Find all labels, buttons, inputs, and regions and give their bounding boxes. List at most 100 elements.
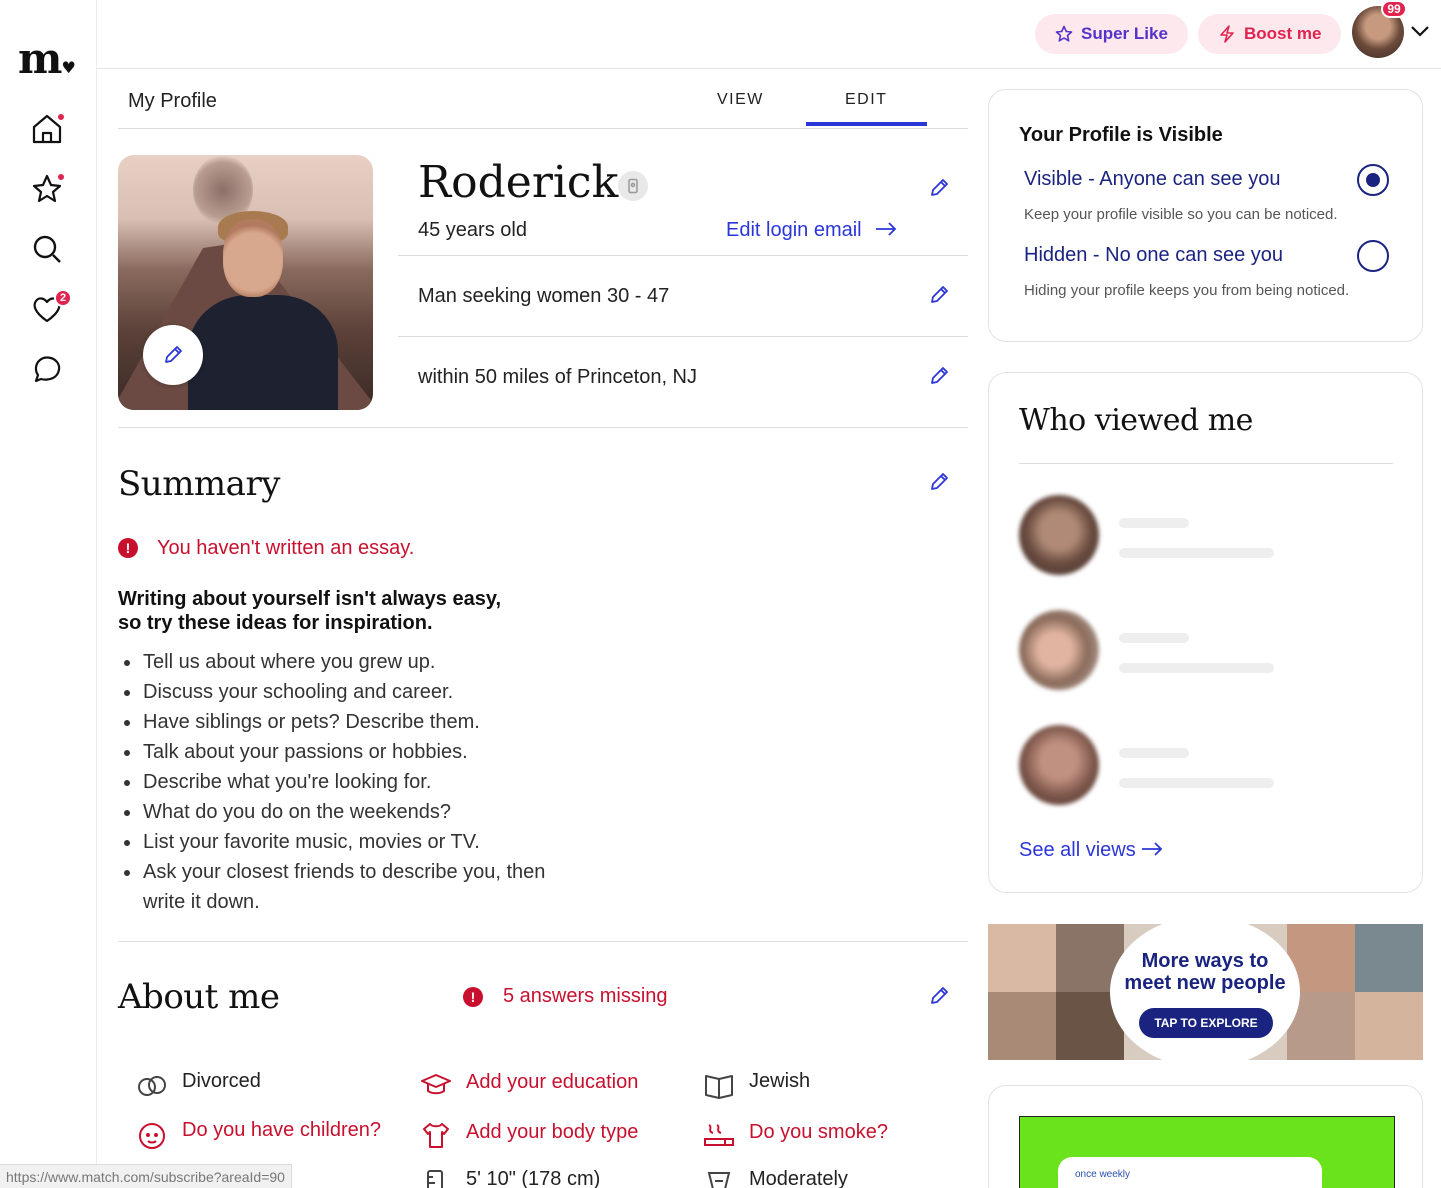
placeholder-line: [1119, 748, 1189, 758]
about-item-relationship[interactable]: Divorced: [136, 1070, 261, 1099]
promo-photo: [1355, 924, 1423, 992]
arrow-right-icon: [876, 222, 897, 236]
arrow-right-icon: [1142, 842, 1163, 856]
who-viewed-card: Who viewed me See all views: [988, 372, 1423, 893]
edit-login-email-link[interactable]: Edit login email: [726, 219, 897, 242]
match-logo[interactable]: m♥: [18, 34, 76, 83]
sponsored-ad[interactable]: once weekly: [1019, 1116, 1395, 1188]
tips-heading: Writing about yourself isn't always easy…: [118, 588, 502, 634]
divider: [1019, 463, 1393, 464]
placeholder-line: [1119, 518, 1189, 528]
super-like-button[interactable]: Super Like: [1035, 14, 1188, 54]
see-all-views-link[interactable]: See all views: [1019, 839, 1163, 862]
shirt-icon: [423, 1123, 449, 1148]
profile-photo[interactable]: [118, 155, 373, 410]
ruler-icon: [427, 1170, 443, 1188]
list-item: Discuss your schooling and career.: [124, 677, 563, 707]
answers-missing-alert: 5 answers missing: [503, 985, 668, 1007]
placeholder-line: [1119, 633, 1189, 643]
about-title: About me: [118, 977, 280, 1017]
about-item-children[interactable]: Do you have children?: [136, 1118, 386, 1151]
visible-radio[interactable]: [1357, 164, 1389, 196]
who-viewed-title: Who viewed me: [1019, 403, 1253, 438]
explore-promo-banner[interactable]: More ways to meet new people TAP TO EXPL…: [988, 924, 1423, 1060]
profile-header: My Profile VIEW EDIT: [118, 69, 968, 129]
promo-headline: More ways to meet new people: [1124, 950, 1286, 994]
promo-photo: [988, 992, 1056, 1060]
summary-title: Summary: [118, 464, 280, 504]
sponsored-card: once weekly: [988, 1085, 1423, 1188]
edit-summary-pencil-icon[interactable]: [928, 471, 950, 493]
about-item-smoking[interactable]: Do you smoke?: [703, 1120, 888, 1149]
star-outline-icon: [1055, 25, 1073, 42]
active-tab-indicator: [806, 122, 927, 126]
visible-option-description: Keep your profile visible so you can be …: [1024, 206, 1338, 223]
seeking-preference: Man seeking women 30 - 47: [418, 285, 670, 307]
profile-name: Roderick: [418, 157, 619, 208]
alert-icon: !: [463, 987, 483, 1007]
list-item: Describe what you're looking for.: [124, 767, 563, 797]
verify-phone-icon[interactable]: [618, 171, 648, 201]
top-bar: Super Like Boost me 99: [97, 0, 1441, 69]
child-icon: [139, 1123, 165, 1149]
visibility-title: Your Profile is Visible: [1019, 124, 1223, 146]
about-item-height[interactable]: 5' 10" (178 cm): [420, 1168, 600, 1188]
divider: [398, 255, 968, 256]
edit-photo-button[interactable]: [143, 325, 203, 385]
super-like-label: Super Like: [1081, 24, 1168, 43]
about-item-education[interactable]: Add your education: [420, 1070, 638, 1099]
list-item: Have siblings or pets? Describe them.: [124, 707, 563, 737]
edit-name-pencil-icon[interactable]: [928, 177, 950, 199]
star-notification-dot: [56, 172, 66, 182]
left-sidebar: m♥ 2: [0, 0, 97, 1188]
list-item: What do you do on the weekends?: [124, 797, 563, 827]
viewer-avatar[interactable]: [1019, 610, 1099, 690]
viewer-avatar[interactable]: [1019, 725, 1099, 805]
profile-age: 45 years old: [418, 219, 527, 241]
pencil-icon: [165, 346, 182, 363]
about-item-drinking[interactable]: Moderately: [703, 1168, 848, 1188]
list-item: Tell us about where you grew up.: [124, 647, 563, 677]
divider: [118, 941, 968, 942]
hidden-radio[interactable]: [1357, 240, 1389, 272]
edit-seeking-pencil-icon[interactable]: [928, 284, 950, 306]
viewer-avatar[interactable]: [1019, 495, 1099, 575]
about-item-body-type[interactable]: Add your body type: [420, 1120, 638, 1149]
tab-edit[interactable]: EDIT: [845, 91, 887, 109]
home-notification-dot: [56, 112, 66, 122]
list-item: Talk about your passions or hobbies.: [124, 737, 563, 767]
tap-to-explore-button[interactable]: TAP TO EXPLORE: [1139, 1008, 1273, 1038]
chevron-down-icon[interactable]: [1409, 24, 1431, 38]
hidden-option-label[interactable]: Hidden - No one can see you: [1024, 244, 1283, 267]
edit-location-pencil-icon[interactable]: [928, 365, 950, 387]
about-item-religion[interactable]: Jewish: [703, 1070, 810, 1099]
divider: [398, 336, 968, 337]
browser-status-url: https://www.match.com/subscribe?areaId=9…: [0, 1164, 292, 1188]
placeholder-line: [1119, 548, 1274, 558]
list-item: Ask your closest friends to describe you…: [124, 857, 563, 917]
essay-missing-alert: You haven't written an essay.: [157, 537, 415, 559]
graduation-cap-icon: [421, 1074, 451, 1095]
tab-view[interactable]: VIEW: [717, 91, 764, 109]
alert-icon: !: [118, 538, 138, 558]
chat-icon[interactable]: [30, 352, 64, 386]
boost-button[interactable]: Boost me: [1198, 14, 1342, 54]
placeholder-line: [1119, 663, 1274, 673]
boost-label: Boost me: [1244, 24, 1322, 43]
page-title: My Profile: [128, 90, 217, 112]
placeholder-line: [1119, 778, 1274, 788]
ad-small-text: once weekly: [1075, 1169, 1131, 1180]
divider: [118, 427, 968, 428]
visible-option-label[interactable]: Visible - Anyone can see you: [1024, 168, 1280, 191]
drink-icon: [707, 1172, 731, 1188]
smoking-icon: [704, 1124, 734, 1146]
hidden-option-description: Hiding your profile keeps you from being…: [1024, 282, 1350, 299]
book-icon: [705, 1075, 733, 1099]
search-icon[interactable]: [30, 232, 64, 266]
edit-about-pencil-icon[interactable]: [928, 985, 950, 1007]
tips-list: Tell us about where you grew up. Discuss…: [124, 647, 563, 917]
lightning-icon: [1220, 25, 1234, 43]
visibility-card: Your Profile is Visible Visible - Anyone…: [988, 89, 1423, 342]
notification-badge: 99: [1381, 0, 1407, 18]
promo-photo: [1355, 992, 1423, 1060]
